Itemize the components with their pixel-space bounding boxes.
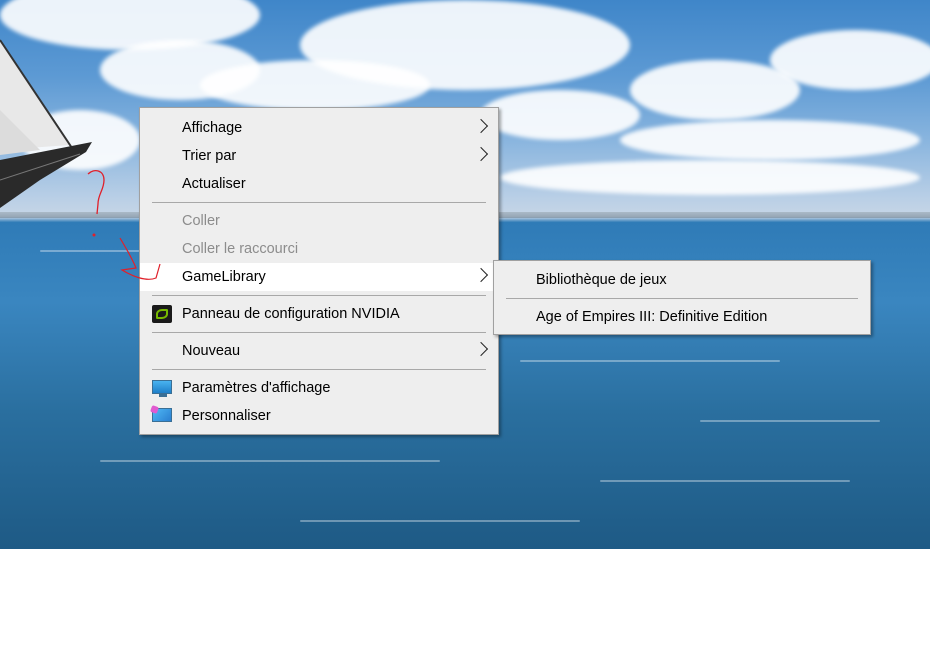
menu-item-label: Coller le raccourci — [182, 241, 299, 257]
desktop-context-menu: Affichage Trier par Actualiser Coller Co… — [139, 107, 499, 435]
menu-item-gamelibrary[interactable]: GameLibrary — [140, 263, 498, 291]
chevron-right-icon — [473, 341, 489, 357]
chevron-right-icon — [473, 267, 489, 283]
menu-item-label: Trier par — [182, 148, 237, 164]
chevron-right-icon — [473, 118, 489, 134]
menu-item-coller: Coller — [140, 207, 498, 235]
menu-item-trier-par[interactable]: Trier par — [140, 142, 498, 170]
menu-item-nouveau[interactable]: Nouveau — [140, 337, 498, 365]
menu-item-label: Nouveau — [182, 343, 241, 359]
menu-item-coller-raccourci: Coller le raccourci — [140, 235, 498, 263]
menu-item-personnaliser[interactable]: Personnaliser — [140, 402, 498, 430]
display-settings-icon — [152, 380, 172, 397]
chevron-right-icon — [473, 146, 489, 162]
menu-item-label: Panneau de configuration NVIDIA — [182, 306, 400, 322]
menu-item-label: GameLibrary — [182, 269, 266, 285]
menu-separator — [152, 202, 486, 203]
personalize-icon — [152, 408, 172, 422]
menu-item-label: Actualiser — [182, 176, 246, 192]
menu-item-label: Affichage — [182, 120, 243, 136]
menu-separator — [506, 298, 858, 299]
sailboat-image — [0, 39, 92, 208]
submenu-item-age-of-empires-3[interactable]: Age of Empires III: Definitive Edition — [494, 303, 870, 331]
menu-item-label: Personnaliser — [182, 408, 271, 424]
menu-item-affichage[interactable]: Affichage — [140, 114, 498, 142]
menu-separator — [152, 295, 486, 296]
menu-item-display-settings[interactable]: Paramètres d'affichage — [140, 374, 498, 402]
submenu-item-bibliotheque[interactable]: Bibliothèque de jeux — [494, 266, 870, 294]
menu-item-actualiser[interactable]: Actualiser — [140, 170, 498, 198]
menu-separator — [152, 332, 486, 333]
menu-item-label: Coller — [182, 213, 220, 229]
menu-item-label: Paramètres d'affichage — [182, 380, 331, 396]
menu-item-label: Bibliothèque de jeux — [536, 272, 667, 288]
gamelibrary-submenu: Bibliothèque de jeux Age of Empires III:… — [493, 260, 871, 335]
menu-separator — [152, 369, 486, 370]
menu-item-label: Age of Empires III: Definitive Edition — [536, 309, 768, 325]
nvidia-icon — [152, 305, 172, 323]
menu-item-nvidia-control-panel[interactable]: Panneau de configuration NVIDIA — [140, 300, 498, 328]
